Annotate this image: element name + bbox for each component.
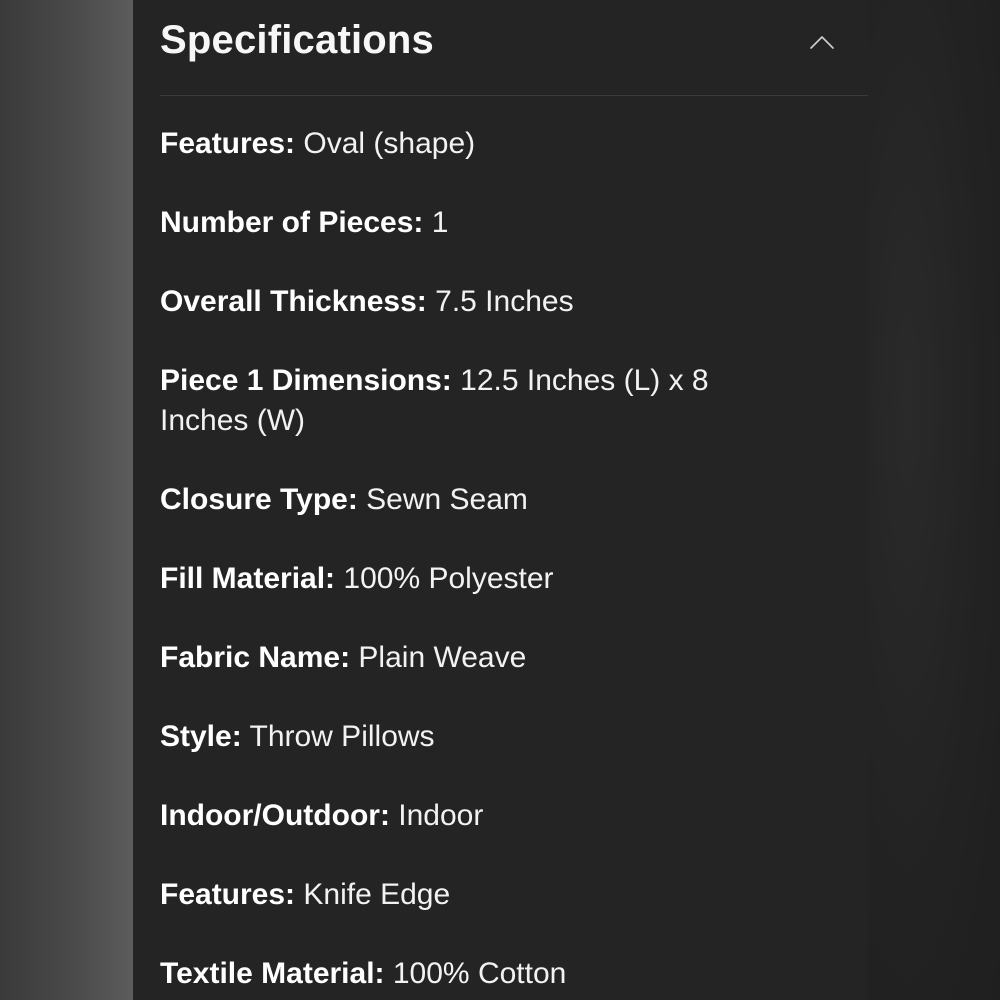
left-background-gutter [0, 0, 133, 1000]
spec-label: Textile Material: [160, 957, 385, 990]
spec-label: Features: [160, 127, 296, 160]
spec-item-fill-material: Fill Material: 100% Polyester [160, 559, 800, 599]
spec-item-textile-material: Textile Material: 100% Cotton [160, 954, 800, 994]
spec-value: Sewn Seam [366, 483, 528, 516]
spec-item-overall-thickness: Overall Thickness: 7.5 Inches [160, 282, 800, 322]
spec-value: 1 [431, 206, 449, 239]
spec-label: Number of Pieces: [160, 206, 424, 239]
specifications-panel: Specifications Features: Oval (shape) Nu… [133, 0, 868, 1000]
spec-value: Plain Weave [358, 641, 527, 674]
section-title: Specifications [160, 18, 434, 62]
spec-item-number-of-pieces: Number of Pieces: 1 [160, 203, 800, 243]
right-background-gutter [868, 0, 1000, 1000]
spec-value: 100% Polyester [343, 562, 554, 595]
spec-label: Piece 1 Dimensions: [160, 364, 452, 397]
spec-item-fabric-name: Fabric Name: Plain Weave [160, 638, 800, 678]
spec-item-indoor-outdoor: Indoor/Outdoor: Indoor [160, 796, 800, 836]
spec-item-features: Features: Oval (shape) [160, 124, 800, 164]
spec-item-closure-type: Closure Type: Sewn Seam [160, 480, 800, 520]
specifications-header[interactable]: Specifications [160, 0, 868, 96]
spec-label: Overall Thickness: [160, 285, 427, 318]
collapse-button[interactable] [800, 22, 844, 62]
spec-item-piece-1-dimensions: Piece 1 Dimensions: 12.5 Inches (L) x 8 … [160, 361, 800, 441]
spec-item-features-edge: Features: Knife Edge [160, 875, 800, 915]
spec-label: Style: [160, 720, 242, 753]
specifications-list: Features: Oval (shape) Number of Pieces:… [160, 124, 800, 1000]
spec-label: Indoor/Outdoor: [160, 799, 390, 832]
spec-value: Throw Pillows [249, 720, 435, 753]
spec-value: 7.5 Inches [435, 285, 574, 318]
spec-label: Fabric Name: [160, 641, 351, 674]
spec-value: Oval (shape) [303, 127, 476, 160]
spec-label: Features: [160, 878, 296, 911]
spec-label: Closure Type: [160, 483, 358, 516]
spec-value: Indoor [398, 799, 484, 832]
chevron-up-icon [810, 36, 834, 49]
spec-item-style: Style: Throw Pillows [160, 717, 800, 757]
spec-value: 100% Cotton [392, 957, 567, 990]
spec-value: Knife Edge [303, 878, 451, 911]
spec-label: Fill Material: [160, 562, 336, 595]
